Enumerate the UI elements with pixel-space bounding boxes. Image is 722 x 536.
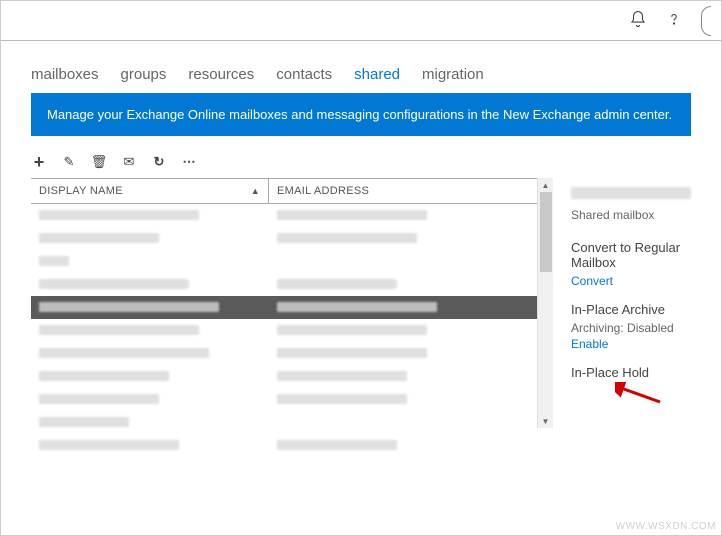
- table-row[interactable]: [31, 227, 537, 250]
- banner-text: Manage your Exchange Online mailboxes an…: [47, 107, 672, 122]
- scroll-down-icon[interactable]: ▼: [538, 414, 553, 428]
- sort-asc-icon: ▲: [251, 186, 260, 196]
- delete-button[interactable]: 🗑: [91, 154, 107, 170]
- col-display-name-label: DISPLAY NAME: [39, 185, 123, 197]
- refresh-button[interactable]: ↻: [151, 154, 167, 170]
- table-row[interactable]: [31, 434, 537, 454]
- tab-migration[interactable]: migration: [422, 66, 484, 83]
- grid-header: DISPLAY NAME ▲ EMAIL ADDRESS: [31, 178, 537, 204]
- watermark: WWW.WSXDN.COM: [616, 521, 716, 532]
- tab-contacts[interactable]: contacts: [276, 66, 332, 83]
- bell-icon[interactable]: [629, 10, 647, 31]
- topbar: [1, 1, 721, 41]
- more-button[interactable]: ⋯: [181, 154, 197, 170]
- archive-section-head: In-Place Archive: [571, 302, 707, 317]
- table-row[interactable]: [31, 319, 537, 342]
- tab-shared[interactable]: shared: [354, 66, 400, 83]
- tab-mailboxes[interactable]: mailboxes: [31, 66, 99, 83]
- avatar-cut: [701, 6, 711, 36]
- scroll-thumb[interactable]: [540, 192, 552, 272]
- mailbox-grid: DISPLAY NAME ▲ EMAIL ADDRESS: [31, 178, 537, 454]
- table-row[interactable]: [31, 296, 537, 319]
- tab-groups[interactable]: groups: [121, 66, 167, 83]
- selected-name: [571, 186, 707, 202]
- enable-archive-link[interactable]: Enable: [571, 337, 608, 351]
- table-row[interactable]: [31, 342, 537, 365]
- convert-link[interactable]: Convert: [571, 274, 613, 288]
- col-email-address[interactable]: EMAIL ADDRESS: [269, 179, 537, 203]
- tab-resources[interactable]: resources: [188, 66, 254, 83]
- scrollbar[interactable]: ▲ ▼: [537, 178, 553, 428]
- table-row[interactable]: [31, 411, 537, 434]
- hold-section-head: In-Place Hold: [571, 365, 707, 380]
- archiving-value: Disabled: [627, 321, 674, 335]
- main: DISPLAY NAME ▲ EMAIL ADDRESS ▲ ▼ Shared …: [1, 178, 721, 454]
- archiving-status: Archiving: Disabled: [571, 321, 707, 335]
- send-button[interactable]: ✉: [121, 154, 137, 170]
- help-icon[interactable]: [665, 10, 683, 31]
- edit-button[interactable]: ✎: [61, 154, 77, 170]
- info-banner: Manage your Exchange Online mailboxes an…: [31, 93, 691, 136]
- toolbar: + ✎ 🗑 ✉ ↻ ⋯: [1, 136, 721, 178]
- mailbox-type: Shared mailbox: [571, 208, 707, 222]
- col-display-name[interactable]: DISPLAY NAME ▲: [31, 179, 269, 203]
- scroll-up-icon[interactable]: ▲: [538, 178, 553, 192]
- col-email-address-label: EMAIL ADDRESS: [277, 185, 369, 197]
- table-row[interactable]: [31, 365, 537, 388]
- details-pane: Shared mailbox Convert to Regular Mailbo…: [553, 178, 721, 454]
- archiving-key: Archiving:: [571, 321, 624, 335]
- table-row[interactable]: [31, 250, 537, 273]
- convert-section-head: Convert to Regular Mailbox: [571, 240, 707, 270]
- grid-body: [31, 204, 537, 454]
- add-button[interactable]: +: [31, 154, 47, 170]
- table-row[interactable]: [31, 204, 537, 227]
- table-row[interactable]: [31, 273, 537, 296]
- tabs-nav: mailboxes groups resources contacts shar…: [1, 41, 721, 93]
- table-row[interactable]: [31, 388, 537, 411]
